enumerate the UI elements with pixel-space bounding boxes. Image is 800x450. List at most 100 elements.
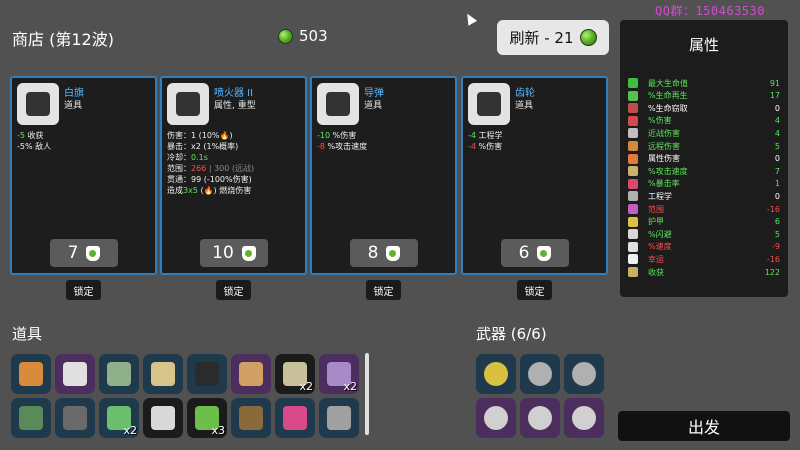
inventory-slot[interactable]: x2: [275, 354, 315, 394]
buy-button[interactable]: 8: [350, 239, 418, 267]
item-price: 7: [67, 243, 79, 263]
description-text: -5: [17, 131, 25, 140]
stat-value: 0: [774, 154, 780, 164]
stat-row[interactable]: %伤害 4: [628, 115, 780, 127]
stat-row[interactable]: 远程伤害 5: [628, 140, 780, 152]
drill-disc-icon: [572, 406, 596, 430]
description-line: 伤害：1 (10%🔥): [167, 130, 301, 141]
item-description: -5 收获 -5% 敌人: [17, 130, 151, 152]
refresh-button[interactable]: 刷新 - 21: [497, 20, 609, 55]
stat-row[interactable]: 护甲 6: [628, 216, 780, 228]
mouse-cursor-icon: [462, 11, 478, 26]
buy-button[interactable]: 7: [50, 239, 118, 267]
item-count: x3: [211, 424, 225, 437]
description-line: 造成3x5 (🔥) 燃烧伤害: [167, 185, 301, 196]
campfire-icon: [19, 362, 43, 386]
stat-row[interactable]: %生命再生 17: [628, 90, 780, 102]
weapon-slot[interactable]: [520, 398, 560, 438]
description-text: 266: [191, 164, 207, 173]
stat-row[interactable]: %暴击率 1: [628, 178, 780, 190]
shop-item-card[interactable]: 导弹 道具 -10 %伤害 -8 %攻击速度 8: [310, 76, 457, 275]
inventory-slot[interactable]: [143, 398, 183, 438]
material-bag-icon: [241, 245, 256, 261]
description-line: -5 收获: [17, 130, 151, 141]
description-text: -10: [317, 131, 331, 140]
item-description: 伤害：1 (10%🔥) 暴击：x2 (1%概率) 冷却：0.1s 范围：266 | 3…: [167, 130, 301, 196]
stat-icon: [628, 103, 638, 114]
item-name: 导弹: [364, 88, 384, 99]
buy-button[interactable]: 10: [200, 239, 268, 267]
stat-row[interactable]: %闪避 5: [628, 228, 780, 240]
coffee-cup-icon: [151, 406, 175, 430]
stat-row[interactable]: 幸运 -16: [628, 253, 780, 265]
weapon-slot[interactable]: [564, 354, 604, 394]
turret-icon: [19, 406, 43, 430]
go-button[interactable]: 出发: [618, 411, 790, 441]
description-text: (🔥) 燃烧伤害: [197, 186, 252, 195]
stat-row[interactable]: %速度 -9: [628, 241, 780, 253]
inventory-slot[interactable]: [275, 398, 315, 438]
shop-item-card[interactable]: 喷火器 II 属性, 重型 伤害：1 (10%🔥) 暴击：x2 (1%概率) 冷却：0.…: [160, 76, 307, 275]
drill-disc-icon: [484, 406, 508, 430]
stat-icon: [628, 204, 638, 214]
stat-label: %伤害: [648, 116, 672, 126]
inventory-slot[interactable]: [55, 354, 95, 394]
shop-item-card[interactable]: 白旗 道具 -5 收获 -5% 敌人 7: [10, 76, 157, 275]
buy-button[interactable]: 6: [501, 239, 569, 267]
inventory-slot[interactable]: [143, 354, 183, 394]
description-text: 冷却：: [167, 153, 191, 162]
stat-row[interactable]: 范围 -16: [628, 203, 780, 215]
lock-button[interactable]: 锁定: [517, 280, 552, 300]
stat-label: 工程学: [648, 191, 672, 201]
inventory-slot[interactable]: [231, 354, 271, 394]
description-line: -5% 敌人: [17, 141, 151, 152]
weapon-slot[interactable]: [520, 354, 560, 394]
item-count: x2: [299, 380, 313, 393]
stat-icon: [628, 90, 638, 101]
inventory-slot[interactable]: [231, 398, 271, 438]
description-line: -10 %伤害: [317, 130, 451, 141]
stat-row[interactable]: 收获 122: [628, 266, 780, 278]
stat-label: %闪避: [648, 229, 672, 239]
stat-row[interactable]: 最大生命值 91: [628, 77, 780, 89]
description-line: 贯通：99 (-100%伤害): [167, 174, 301, 185]
weapon-slot[interactable]: [564, 398, 604, 438]
inventory-slot[interactable]: x2: [319, 354, 359, 394]
inventory-slot[interactable]: x3: [187, 398, 227, 438]
lock-button[interactable]: 锁定: [66, 280, 101, 300]
stat-row[interactable]: 近战伤害 4: [628, 127, 780, 139]
item-name: 喷火器 II: [214, 88, 254, 99]
stat-row[interactable]: %攻击速度 7: [628, 165, 780, 177]
stat-value: 122: [764, 267, 780, 277]
refresh-label: 刷新 - 21: [509, 29, 574, 47]
shop-item-card[interactable]: 齿轮 道具 -4 工程学 -4 %伤害 6: [461, 76, 608, 275]
syringe-icon: [283, 406, 307, 430]
item-price: 6: [518, 243, 530, 263]
dung-icon: [239, 406, 263, 430]
stat-row[interactable]: %生命窃取 0: [628, 102, 780, 114]
weapon-slot[interactable]: [476, 398, 516, 438]
stat-label: %暴击率: [648, 179, 680, 189]
weapon-slot[interactable]: [476, 354, 516, 394]
inventory-slot[interactable]: [11, 398, 51, 438]
lock-button[interactable]: 锁定: [366, 280, 401, 300]
description-text: ): [229, 131, 233, 140]
stat-row[interactable]: 工程学 0: [628, 190, 780, 202]
item-description: -10 %伤害 -8 %攻击速度: [317, 130, 451, 152]
inventory-slot[interactable]: [99, 354, 139, 394]
item-price: 8: [367, 243, 379, 263]
stat-value: 1: [774, 179, 780, 189]
item-price: 10: [212, 243, 234, 263]
inventory-slot[interactable]: [319, 398, 359, 438]
inventory-slot[interactable]: x2: [99, 398, 139, 438]
inventory-slot[interactable]: [187, 354, 227, 394]
stat-label: 属性伤害: [648, 154, 680, 164]
stat-row[interactable]: 属性伤害 0: [628, 153, 780, 165]
inventory-slot[interactable]: [55, 398, 95, 438]
stat-label: 最大生命值: [648, 78, 688, 88]
lock-button[interactable]: 锁定: [216, 280, 251, 300]
stat-label: %生命再生: [648, 91, 688, 101]
inventory-scrollbar[interactable]: [365, 353, 369, 435]
inventory-slot[interactable]: [11, 354, 51, 394]
gear-icon: [468, 83, 510, 125]
